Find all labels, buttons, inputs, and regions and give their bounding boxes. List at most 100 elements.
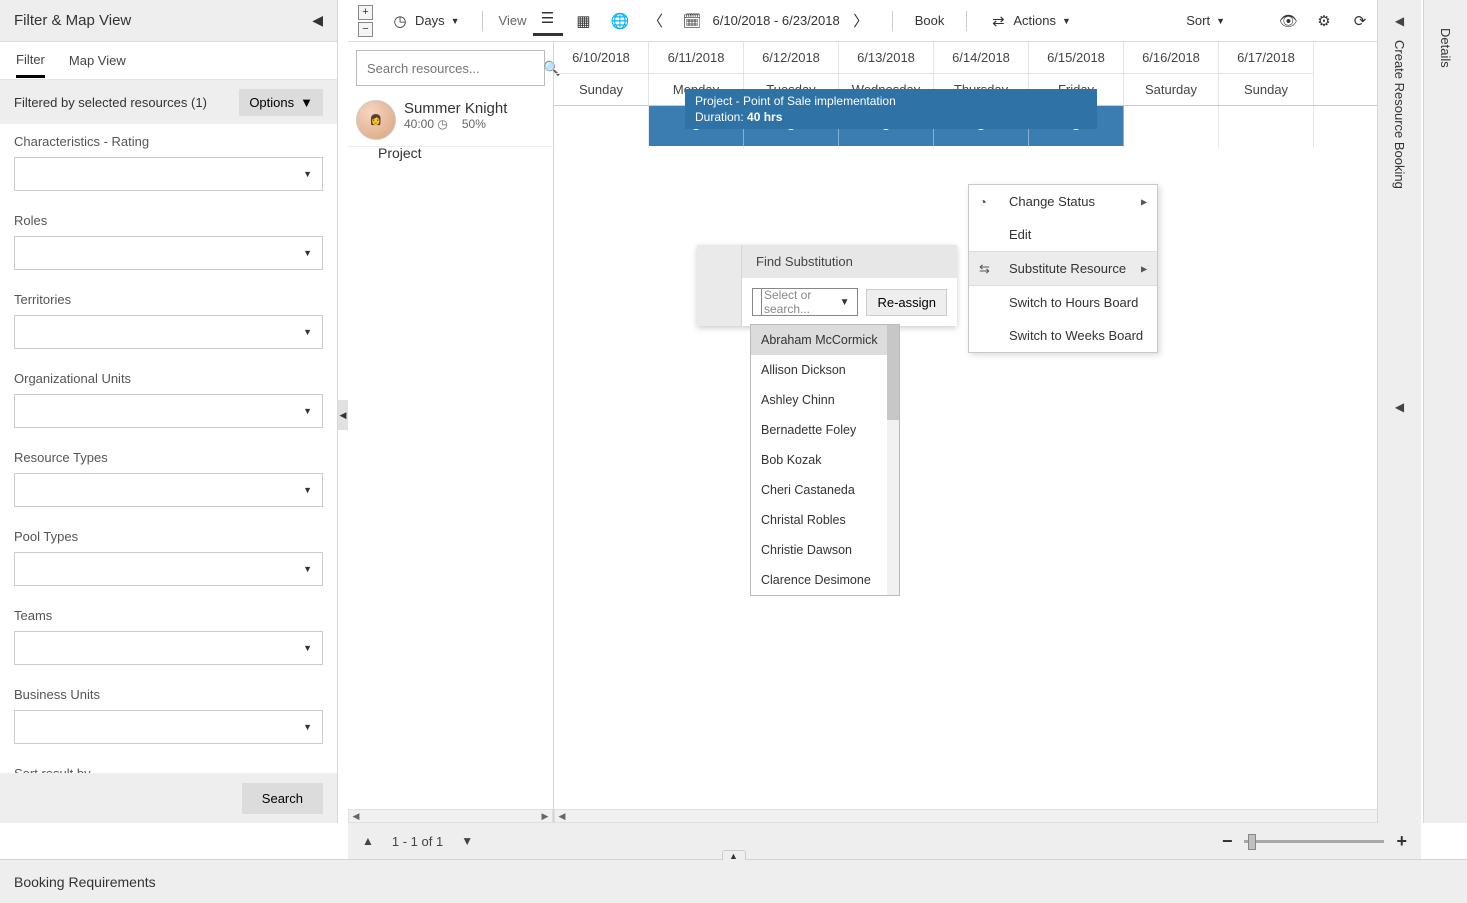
scroll-thumb[interactable] [887, 325, 899, 420]
resource-hscroll[interactable]: ◀▶ [348, 809, 553, 823]
reassign-button[interactable]: Re-assign [866, 289, 947, 316]
book-label: Book [915, 13, 945, 28]
day-header: Sunday [554, 73, 649, 105]
substitution-dropdown: Abraham McCormickAllison DicksonAshley C… [750, 324, 900, 596]
substitution-option[interactable]: Christie Dawson [751, 535, 899, 565]
select-teams[interactable] [14, 631, 323, 665]
collapse-all-icon[interactable]: − [358, 22, 373, 37]
substitution-option[interactable]: Clarence Desimone [751, 565, 899, 595]
search-button[interactable]: Search [242, 783, 323, 814]
book-button[interactable]: Book [909, 9, 951, 32]
chevron-down-icon: ▼ [300, 95, 313, 110]
chevron-left-icon[interactable]: ◀ [1395, 400, 1404, 414]
resource-row[interactable]: 👩 Summer Knight 40:00 ◷ 50% [348, 94, 553, 147]
find-substitution-popup: Find Substitution Select or search... Re… [697, 245, 957, 326]
ctx-change-status[interactable]: ◔Change Status [969, 185, 1157, 218]
collapse-left-handle[interactable]: ◀ [338, 400, 348, 430]
label-territories: Territories [14, 292, 323, 307]
substitution-option[interactable]: Ashley Chinn [751, 385, 899, 415]
settings-button[interactable]: ⚙ [1309, 8, 1339, 34]
project-booking-bar[interactable]: Project - Point of Sale implementation D… [685, 89, 1097, 129]
label-business-units: Business Units [14, 687, 323, 702]
options-button[interactable]: Options▼ [239, 89, 323, 116]
days-selector[interactable]: ◷Days ▼ [385, 8, 466, 34]
tab-filter[interactable]: Filter [16, 44, 45, 78]
visibility-button[interactable]: 👁 [1273, 8, 1303, 34]
status-icon: ◔ [979, 194, 987, 209]
select-pool-types[interactable] [14, 552, 323, 586]
resource-hours: 40:00 [404, 117, 434, 131]
select-characteristics[interactable] [14, 157, 323, 191]
select-roles[interactable] [14, 236, 323, 270]
zoom-thumb[interactable] [1248, 834, 1256, 850]
view-map-button[interactable]: 🌐 [605, 8, 635, 34]
chevron-down-icon: ▼ [1062, 16, 1071, 26]
substitution-select[interactable]: Select or search... [752, 288, 858, 316]
chevron-right-icon: 〉 [852, 10, 870, 31]
select-territories[interactable] [14, 315, 323, 349]
substitution-option[interactable]: Christal Robles [751, 505, 899, 535]
booking-requirements-label: Booking Requirements [14, 874, 156, 890]
resource-column: 🔍 👩 Summer Knight 40:00 ◷ 50% Project ◀▶ [348, 42, 554, 823]
label-sort-by: Sort result by [14, 766, 323, 773]
substitution-option[interactable]: Bernadette Foley [751, 415, 899, 445]
zoom-out-icon[interactable]: − [1222, 831, 1233, 852]
substitution-option[interactable]: Cheri Castaneda [751, 475, 899, 505]
label-teams: Teams [14, 608, 323, 623]
clock-icon: ◷ [437, 117, 447, 131]
page-up-icon[interactable]: ▲ [362, 834, 374, 848]
substitution-option[interactable]: Allison Dickson [751, 355, 899, 385]
actions-button[interactable]: ⇄Actions ▼ [983, 8, 1077, 34]
date-header: 6/12/2018 [744, 42, 839, 73]
clock-icon: ◷ [391, 12, 409, 30]
ctx-edit[interactable]: Edit [969, 218, 1157, 251]
dropdown-scrollbar[interactable] [887, 325, 899, 595]
collapse-filter-icon[interactable]: ◀ [312, 12, 323, 29]
select-org-units[interactable] [14, 394, 323, 428]
sort-button[interactable]: Sort ▼ [1180, 9, 1231, 32]
tab-map-view[interactable]: Map View [69, 45, 126, 76]
filter-summary-text: Filtered by selected resources (1) [14, 95, 207, 110]
create-booking-rail[interactable]: ◀ Create Resource Booking ◀ [1377, 0, 1421, 823]
select-business-units[interactable] [14, 710, 323, 744]
details-rail[interactable]: Details [1423, 0, 1467, 823]
timeline-hscroll[interactable]: ◀▶ [554, 809, 1421, 823]
ctx-switch-hours-label: Switch to Hours Board [1009, 295, 1138, 310]
substitution-option[interactable]: Abraham McCormick [751, 325, 899, 355]
ctx-substitute-resource[interactable]: ⇆Substitute Resource [969, 252, 1157, 285]
chevron-left-icon: ◀ [1395, 14, 1404, 28]
view-grid-button[interactable]: ▦ [569, 8, 599, 34]
avatar: 👩 [356, 100, 396, 140]
prev-date-button[interactable]: 〈 [641, 6, 671, 35]
resource-search-input[interactable] [367, 61, 543, 76]
zoom-slider[interactable] [1244, 840, 1384, 843]
booking-requirements-bar[interactable]: ▲ Booking Requirements [0, 859, 1467, 903]
label-resource-types: Resource Types [14, 450, 323, 465]
date-header: 6/11/2018 [649, 42, 744, 73]
project-duration-value: 40 hrs [747, 110, 782, 124]
ctx-switch-weeks[interactable]: Switch to Weeks Board [969, 319, 1157, 352]
page-down-icon[interactable]: ▼ [461, 834, 473, 848]
grid-icon: ▦ [575, 12, 593, 30]
chevron-down-icon: ▼ [1216, 16, 1225, 26]
filter-body: Characteristics - Rating Roles Territori… [0, 124, 337, 773]
view-list-button[interactable]: ☰ [533, 5, 563, 36]
ctx-switch-hours[interactable]: Switch to Hours Board [969, 286, 1157, 319]
resource-search[interactable]: 🔍 [356, 50, 545, 86]
resource-percent: 50% [462, 117, 486, 131]
days-label: Days [415, 13, 445, 28]
substitution-option[interactable]: Bob Kozak [751, 445, 899, 475]
date-header: 6/13/2018 [839, 42, 934, 73]
expand-all-icon[interactable]: + [358, 5, 373, 20]
label-pool-types: Pool Types [14, 529, 323, 544]
label-roles: Roles [14, 213, 323, 228]
timeline: 6/10/20186/11/20186/12/20186/13/20186/14… [554, 42, 1421, 823]
project-booking-title: Project - Point of Sale implementation [695, 94, 1087, 110]
zoom-in-icon[interactable]: + [1396, 831, 1407, 852]
calendar-button[interactable]: 🗓 [677, 8, 707, 34]
select-resource-types[interactable] [14, 473, 323, 507]
expand-up-icon[interactable]: ▲ [722, 850, 746, 860]
context-menu: ◔Change Status Edit ⇆Substitute Resource… [968, 184, 1158, 353]
refresh-button[interactable]: ⟳ [1345, 8, 1375, 34]
next-date-button[interactable]: 〉 [846, 6, 876, 35]
